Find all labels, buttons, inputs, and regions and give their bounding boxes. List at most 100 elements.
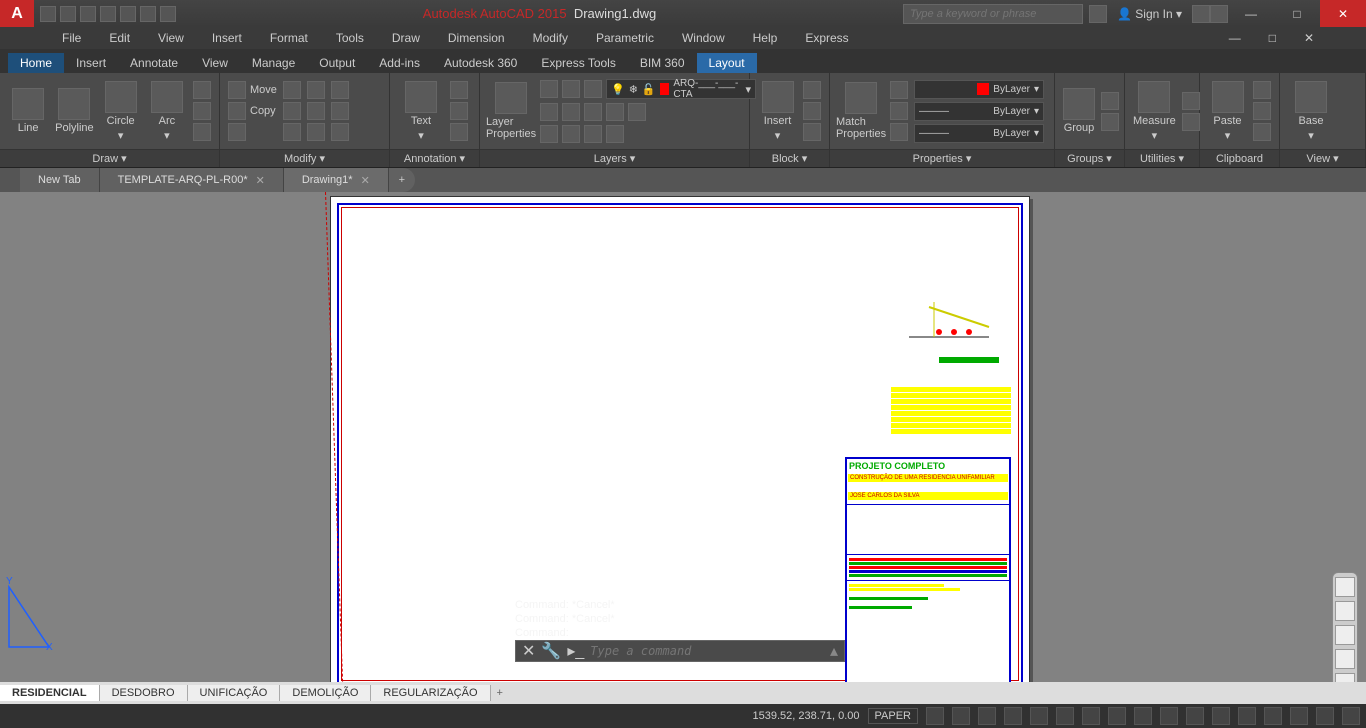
rotate-icon[interactable] [283,81,301,99]
array-icon[interactable] [307,123,325,141]
draw-extra-icon[interactable] [193,102,211,120]
qat-saveas-icon[interactable] [100,6,116,22]
layer-tool-icon[interactable] [562,103,580,121]
panel-title-clipboard[interactable]: Clipboard [1200,149,1279,167]
panel-title-layers[interactable]: Layers ▾ [480,149,749,167]
nav-wheel-icon[interactable] [1335,577,1355,597]
linetype-dropdown[interactable]: ———ByLayer▾ [914,102,1044,121]
layout-tab-demolicao[interactable]: DEMOLIÇÃO [280,685,371,701]
hw-accel-icon[interactable] [1264,707,1282,725]
color-dropdown[interactable]: ByLayer▾ [914,80,1044,99]
nav-zoom-icon[interactable] [1335,625,1355,645]
annovis-icon[interactable] [1186,707,1204,725]
panel-title-draw[interactable]: Draw ▾ [0,149,219,167]
polyline-button[interactable]: Polyline [54,88,94,134]
customize-icon[interactable] [1342,707,1360,725]
minimize-button[interactable]: — [1228,0,1274,27]
mdi-restore-icon[interactable]: □ [1257,29,1288,47]
menu-edit[interactable]: Edit [97,29,142,47]
layer-iso-icon[interactable] [540,103,558,121]
dim-icon[interactable] [450,81,468,99]
cmd-options-icon[interactable]: 🔧 [541,641,561,661]
tab-close-icon[interactable]: ✕ [361,174,370,187]
layer-dropdown[interactable]: 💡❄🔓 ARQ-___-___-CTA▾ [606,79,756,99]
qat-plot-icon[interactable] [120,6,136,22]
tab-express[interactable]: Express Tools [529,53,627,73]
measure-button[interactable]: Measure▾ [1133,81,1176,142]
copy-button[interactable]: Copy [228,102,277,120]
tab-insert[interactable]: Insert [64,53,118,73]
tab-autodesk360[interactable]: Autodesk 360 [432,53,529,73]
doc-tab-new[interactable]: New Tab [20,168,100,192]
ortho-icon[interactable] [978,707,996,725]
close-button[interactable]: ✕ [1320,0,1366,27]
transparency-icon[interactable] [1108,707,1126,725]
menu-insert[interactable]: Insert [200,29,254,47]
signin-button[interactable]: 👤 Sign In ▾ [1107,7,1192,21]
draw-extra-icon[interactable] [193,81,211,99]
layer-tool-icon[interactable] [540,125,558,143]
prop-icon[interactable] [890,81,908,99]
layer-off-icon[interactable] [540,80,558,98]
line-button[interactable]: Line [8,88,48,134]
layer-tool-icon[interactable] [606,125,624,143]
layer-tool-icon[interactable] [584,103,602,121]
menu-parametric[interactable]: Parametric [584,29,666,47]
group-button[interactable]: Group [1063,88,1095,134]
menu-tools[interactable]: Tools [324,29,376,47]
cut-icon[interactable] [1253,81,1271,99]
layer-properties-button[interactable]: Layer Properties [488,82,534,140]
nav-orbit-icon[interactable] [1335,649,1355,669]
layer-tool-icon[interactable] [562,125,580,143]
tab-view[interactable]: View [190,53,240,73]
insert-block-button[interactable]: Insert▾ [758,81,797,142]
clip-icon[interactable] [1253,123,1271,141]
ungroup-icon[interactable] [1101,92,1119,110]
circle-button[interactable]: Circle▾ [101,81,141,142]
grid-icon[interactable] [926,707,944,725]
workspace-icon[interactable] [1212,707,1230,725]
prop-icon[interactable] [890,102,908,120]
app-logo[interactable]: A [0,0,34,27]
drawing-area[interactable]: PROJETO COMPLETO CONSTRUÇÃO DE UMA RESID… [0,192,1366,682]
table-icon[interactable] [450,123,468,141]
tab-home[interactable]: Home [8,53,64,73]
tab-output[interactable]: Output [307,53,367,73]
mirror-icon[interactable] [283,102,301,120]
menu-view[interactable]: View [146,29,196,47]
list-icon[interactable] [890,123,908,141]
menu-modify[interactable]: Modify [521,29,580,47]
nav-pan-icon[interactable] [1335,601,1355,621]
layer-tool-icon[interactable] [606,103,624,121]
panel-title-groups[interactable]: Groups ▾ [1055,149,1124,167]
tab-annotate[interactable]: Annotate [118,53,190,73]
layer-freeze-icon[interactable] [562,80,580,98]
layout-add-button[interactable]: + [491,687,509,699]
layout-tab-desdobro[interactable]: DESDOBRO [100,685,188,701]
qat-undo-icon[interactable] [140,6,156,22]
command-input[interactable] [590,644,824,658]
panel-title-modify[interactable]: Modify ▾ [220,149,389,167]
qat-redo-icon[interactable] [160,6,176,22]
panel-title-properties[interactable]: Properties ▾ [830,149,1054,167]
search-input[interactable] [903,4,1083,24]
create-block-icon[interactable] [803,81,821,99]
explode-icon[interactable] [331,102,349,120]
otrack-icon[interactable] [1056,707,1074,725]
fillet-icon[interactable] [307,102,325,120]
mdi-minimize-icon[interactable]: — [1217,29,1253,47]
menu-express[interactable]: Express [793,29,860,47]
menu-file[interactable]: File [50,29,93,47]
doc-tab-drawing1[interactable]: Drawing1*✕ [284,168,389,192]
isolate-icon[interactable] [1290,707,1308,725]
layer-tool-icon[interactable] [584,125,602,143]
layout-tab-residencial[interactable]: RESIDENCIAL [0,685,100,701]
nav-showmotion-icon[interactable] [1335,673,1355,682]
erase-icon[interactable] [331,81,349,99]
copy-clip-icon[interactable] [1253,102,1271,120]
panel-title-view[interactable]: View ▾ [1280,149,1365,167]
util-icon[interactable] [1182,92,1200,110]
annoscale-icon[interactable] [1160,707,1178,725]
menu-draw[interactable]: Draw [380,29,432,47]
edit-block-icon[interactable] [803,102,821,120]
